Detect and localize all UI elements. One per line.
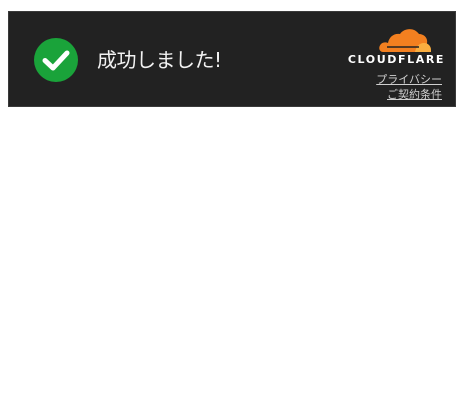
- terms-link[interactable]: ご契約条件: [376, 87, 442, 102]
- cloudflare-cloud-icon: [379, 29, 431, 52]
- privacy-link[interactable]: プライバシー: [376, 72, 442, 87]
- footer-links: プライバシー ご契約条件: [376, 72, 442, 102]
- turnstile-widget: 成功しました! CLOUDFLARE プライバシー ご契約条件: [8, 11, 456, 107]
- cloudflare-wordmark: CLOUDFLARE: [347, 53, 445, 66]
- check-circle-icon: [34, 38, 78, 82]
- success-message: 成功しました!: [97, 48, 222, 72]
- cloudflare-branding: CLOUDFLARE: [325, 25, 445, 69]
